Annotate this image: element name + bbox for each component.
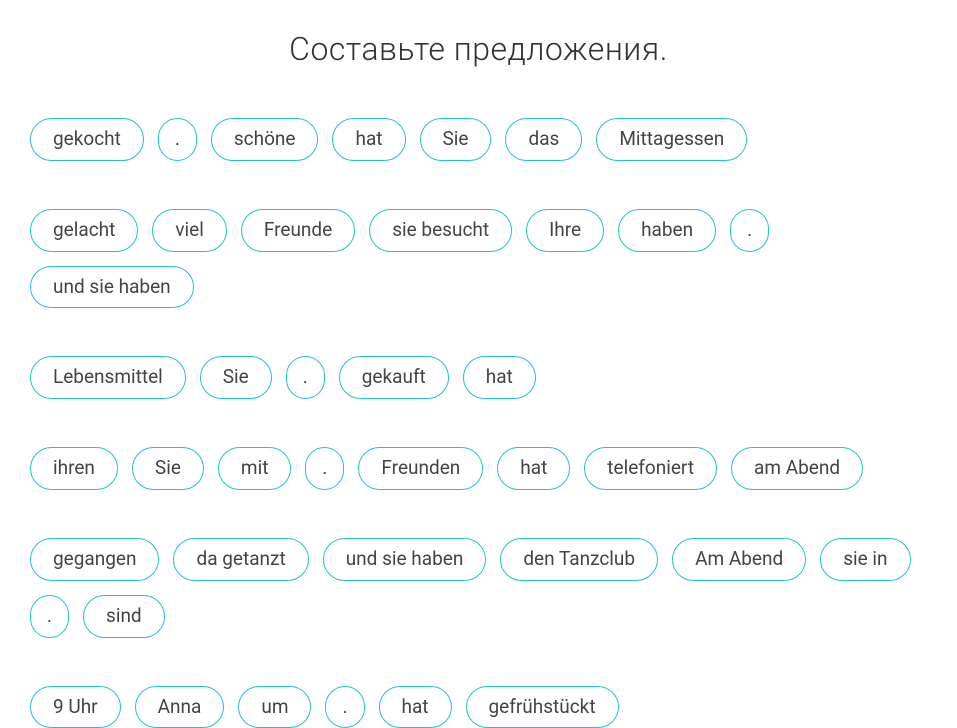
word-row: gegangen da getanzt und sie haben den Tanzc… [30,538,927,638]
word-chip[interactable]: schöne [211,118,319,161]
word-row: 9 Uhr Annaum. hat gefrühstückt [30,686,927,728]
word-chip[interactable]: gegangen [30,538,159,581]
sentence-group: Lebensmittel Sie. gekauft hat [30,356,927,399]
word-chip[interactable]: . [325,686,364,728]
word-chip[interactable]: gekocht [30,118,144,161]
word-chip[interactable]: Am Abend [672,538,806,581]
word-chip[interactable]: mit [218,447,292,490]
word-chip[interactable]: hat [332,118,405,161]
word-chip[interactable]: und sie haben [323,538,487,581]
word-chip[interactable]: Freunde [241,209,355,252]
exercise-container: gekocht.schönehatSiedasMittagessengelach… [30,118,927,728]
word-row: gekocht. schöne hat Siedas Mittagessen [30,118,927,161]
word-chip[interactable]: Sie [132,447,204,490]
word-chip[interactable]: Lebensmittel [30,356,186,399]
word-chip[interactable]: hat [379,686,452,728]
word-chip[interactable]: haben [618,209,716,252]
word-row: ihren Siemit. Freunden hat telefoniert am Abe… [30,447,927,490]
word-chip[interactable]: hat [463,356,536,399]
word-chip[interactable]: gekauft [339,356,449,399]
sentence-group: 9 Uhr Annaum. hat gefrühstückt [30,686,927,728]
word-chip[interactable]: um [238,686,311,728]
word-chip[interactable]: . [730,209,769,252]
word-chip[interactable]: gefrühstückt [466,686,619,728]
word-chip[interactable]: Freunden [358,447,483,490]
word-chip[interactable]: . [30,595,69,638]
word-chip[interactable]: Mittagessen [596,118,747,161]
word-chip[interactable]: und sie haben [30,266,194,309]
word-chip[interactable]: Anna [135,686,225,728]
word-chip[interactable]: da getanzt [173,538,308,581]
word-chip[interactable]: das [505,118,582,161]
word-chip[interactable]: . [158,118,197,161]
word-chip[interactable]: hat [497,447,570,490]
word-chip[interactable]: . [305,447,344,490]
word-chip[interactable]: den Tanzclub [500,538,658,581]
word-chip[interactable]: sind [83,595,165,638]
word-chip[interactable]: 9 Uhr [30,686,121,728]
page-title: Составьте предложения. [30,30,927,68]
word-chip[interactable]: viel [152,209,227,252]
word-chip[interactable]: am Abend [731,447,863,490]
word-chip[interactable]: ihren [30,447,118,490]
word-chip[interactable]: Ihre [526,209,604,252]
word-chip[interactable]: Sie [200,356,272,399]
word-chip[interactable]: . [286,356,325,399]
sentence-group: gegangen da getanzt und sie haben den Tanzc… [30,538,927,638]
word-row: gelacht viel Freunde sie besucht Ihre haben. u… [30,209,927,309]
word-chip[interactable]: telefoniert [584,447,717,490]
word-chip[interactable]: sie besucht [369,209,512,252]
sentence-group: gekocht. schöne hat Siedas Mittagessen [30,118,927,161]
word-row: Lebensmittel Sie. gekauft hat [30,356,927,399]
word-chip[interactable]: sie in [820,538,910,581]
word-chip[interactable]: gelacht [30,209,138,252]
sentence-group: ihren Siemit. Freunden hat telefoniert am Abe… [30,447,927,490]
word-chip[interactable]: Sie [420,118,492,161]
sentence-group: gelacht viel Freunde sie besucht Ihre haben. u… [30,209,927,309]
